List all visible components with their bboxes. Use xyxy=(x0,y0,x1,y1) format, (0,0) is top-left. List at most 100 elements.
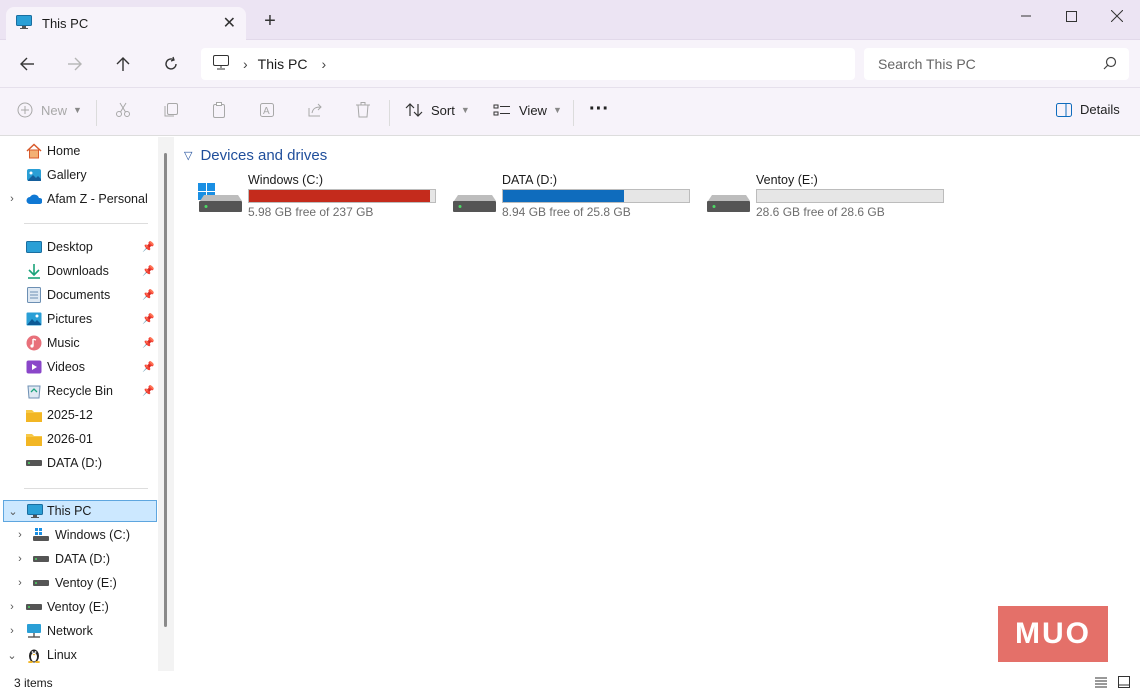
sidebar-item-ventoy-e[interactable]: › Ventoy (E:) xyxy=(0,572,160,594)
pin-icon[interactable]: 📌 xyxy=(142,290,154,301)
search-input[interactable]: Search This PC xyxy=(864,48,1129,80)
chevron-right-icon[interactable]: › xyxy=(14,553,26,565)
chevron-down-icon[interactable]: ▽ xyxy=(184,149,192,162)
sidebar-item-linux[interactable]: ⌄ Linux xyxy=(0,644,160,666)
sidebar-item-folder-2026-01[interactable]: 2026-01 xyxy=(0,428,160,450)
address-bar[interactable]: › This PC › xyxy=(201,48,855,80)
maximize-button[interactable] xyxy=(1061,6,1081,26)
rename-button[interactable]: A xyxy=(259,102,275,118)
arrow-left-icon xyxy=(20,57,34,71)
sort-icon xyxy=(405,103,423,117)
group-header-devices[interactable]: ▽ Devices and drives xyxy=(184,147,327,164)
drive-usage-bar xyxy=(756,189,944,203)
drive-tile-windows-c[interactable]: Windows (C:) 5.98 GB free of 237 GB xyxy=(198,173,448,223)
tiles-view-button[interactable] xyxy=(1117,675,1133,691)
recycle-bin-icon xyxy=(26,383,42,399)
sidebar-item-label: Home xyxy=(47,144,81,158)
drive-usage-fill xyxy=(503,190,625,202)
list-view-icon xyxy=(1095,677,1107,688)
chevron-down-icon[interactable]: ⌄ xyxy=(7,505,19,518)
copy-button[interactable] xyxy=(163,102,179,118)
arrow-up-icon xyxy=(116,57,130,71)
toolbar-divider xyxy=(96,100,97,126)
pin-icon[interactable]: 📌 xyxy=(142,242,154,253)
sidebar-item-desktop[interactable]: Desktop 📌 xyxy=(0,236,160,258)
sidebar-item-videos[interactable]: Videos 📌 xyxy=(0,356,160,378)
sidebar-item-folder-2025-12[interactable]: 2025-12 xyxy=(0,404,160,426)
chevron-right-icon[interactable]: › xyxy=(14,529,26,541)
music-icon xyxy=(26,335,42,351)
sidebar-divider xyxy=(24,223,148,224)
sidebar-item-music[interactable]: Music 📌 xyxy=(0,332,160,354)
sort-button[interactable]: Sort ▼ xyxy=(405,102,470,118)
drive-tile-ventoy-e[interactable]: Ventoy (E:) 28.6 GB free of 28.6 GB xyxy=(706,173,956,223)
scrollbar-thumb[interactable] xyxy=(164,153,167,627)
more-options-button[interactable]: ··· xyxy=(589,98,609,121)
pin-icon[interactable]: 📌 xyxy=(142,386,154,397)
chevron-right-icon[interactable]: › xyxy=(6,193,18,205)
details-view-button[interactable] xyxy=(1094,675,1110,691)
sidebar-item-documents[interactable]: Documents 📌 xyxy=(0,284,160,306)
sidebar-item-label: Windows (C:) xyxy=(55,528,131,542)
tab-this-pc[interactable]: This PC ✕ xyxy=(6,7,246,40)
delete-button[interactable] xyxy=(355,102,371,118)
sidebar-item-pictures[interactable]: Pictures 📌 xyxy=(0,308,160,330)
linux-icon xyxy=(26,647,42,663)
group-title: Devices and drives xyxy=(200,147,328,164)
paste-button[interactable] xyxy=(211,102,227,118)
navigation-pane: Home Gallery › Afam Z - Personal Desktop… xyxy=(0,137,165,671)
tab-title: This PC xyxy=(42,16,89,31)
new-button[interactable]: New ▼ xyxy=(17,102,82,118)
folder-icon xyxy=(26,431,42,447)
toolbar-divider xyxy=(573,100,574,126)
sidebar-item-label: Documents xyxy=(47,288,111,302)
pin-icon[interactable]: 📌 xyxy=(142,314,154,325)
chevron-right-icon[interactable]: › xyxy=(6,625,18,637)
drive-icon xyxy=(452,183,498,213)
close-window-button[interactable] xyxy=(1107,6,1127,26)
pin-icon[interactable]: 📌 xyxy=(142,362,154,373)
pin-icon[interactable]: 📌 xyxy=(142,338,154,349)
watermark-text: MUO xyxy=(1015,617,1091,650)
sidebar-item-label: DATA (D:) xyxy=(47,456,103,470)
refresh-button[interactable] xyxy=(159,52,183,76)
drive-tile-data-d[interactable]: DATA (D:) 8.94 GB free of 25.8 GB xyxy=(452,173,702,223)
sidebar-scrollbar[interactable] xyxy=(158,137,174,671)
chevron-right-icon[interactable]: › xyxy=(243,56,248,72)
command-bar: New ▼ A Sort ▼ View ▼ ··· Details xyxy=(0,88,1140,136)
chevron-right-icon[interactable]: › xyxy=(6,601,18,613)
sidebar-item-onedrive[interactable]: › Afam Z - Personal xyxy=(0,188,160,210)
view-button[interactable]: View ▼ xyxy=(493,102,562,118)
drive-icon xyxy=(26,455,42,471)
close-tab-icon[interactable]: ✕ xyxy=(223,13,236,33)
sidebar-item-data-d[interactable]: DATA (D:) xyxy=(0,452,160,474)
drive-usage-fill xyxy=(249,190,431,202)
new-tab-button[interactable]: + xyxy=(260,10,280,33)
drive-free-space: 5.98 GB free of 237 GB xyxy=(248,205,374,219)
chevron-right-icon[interactable]: › xyxy=(321,56,326,72)
tiles-view-icon xyxy=(1118,676,1130,688)
sidebar-item-recycle-bin[interactable]: Recycle Bin 📌 xyxy=(0,380,160,402)
breadcrumb-this-pc[interactable]: This PC xyxy=(258,56,308,72)
details-button[interactable]: Details xyxy=(1056,102,1120,117)
sidebar-item-windows-c[interactable]: › Windows (C:) xyxy=(0,524,160,546)
chevron-right-icon[interactable]: › xyxy=(14,577,26,589)
sidebar-item-data-d[interactable]: › DATA (D:) xyxy=(0,548,160,570)
sidebar-item-this-pc[interactable]: ⌄ This PC xyxy=(3,500,157,522)
back-button[interactable] xyxy=(15,52,39,76)
sidebar-item-downloads[interactable]: Downloads 📌 xyxy=(0,260,160,282)
sidebar-item-gallery[interactable]: Gallery xyxy=(0,164,160,186)
pin-icon[interactable]: 📌 xyxy=(142,266,154,277)
drive-icon xyxy=(26,599,42,615)
forward-button[interactable] xyxy=(63,52,87,76)
cut-button[interactable] xyxy=(115,102,131,118)
search-placeholder: Search This PC xyxy=(878,56,976,72)
minimize-button[interactable] xyxy=(1016,6,1036,26)
up-button[interactable] xyxy=(111,52,135,76)
share-button[interactable] xyxy=(307,102,323,118)
sidebar-item-home[interactable]: Home xyxy=(0,140,160,162)
chevron-down-icon[interactable]: ⌄ xyxy=(6,649,18,662)
sidebar-item-ventoy-e-root[interactable]: › Ventoy (E:) xyxy=(0,596,160,618)
sidebar-item-network[interactable]: › Network xyxy=(0,620,160,642)
sidebar-item-label: Videos xyxy=(47,360,85,374)
